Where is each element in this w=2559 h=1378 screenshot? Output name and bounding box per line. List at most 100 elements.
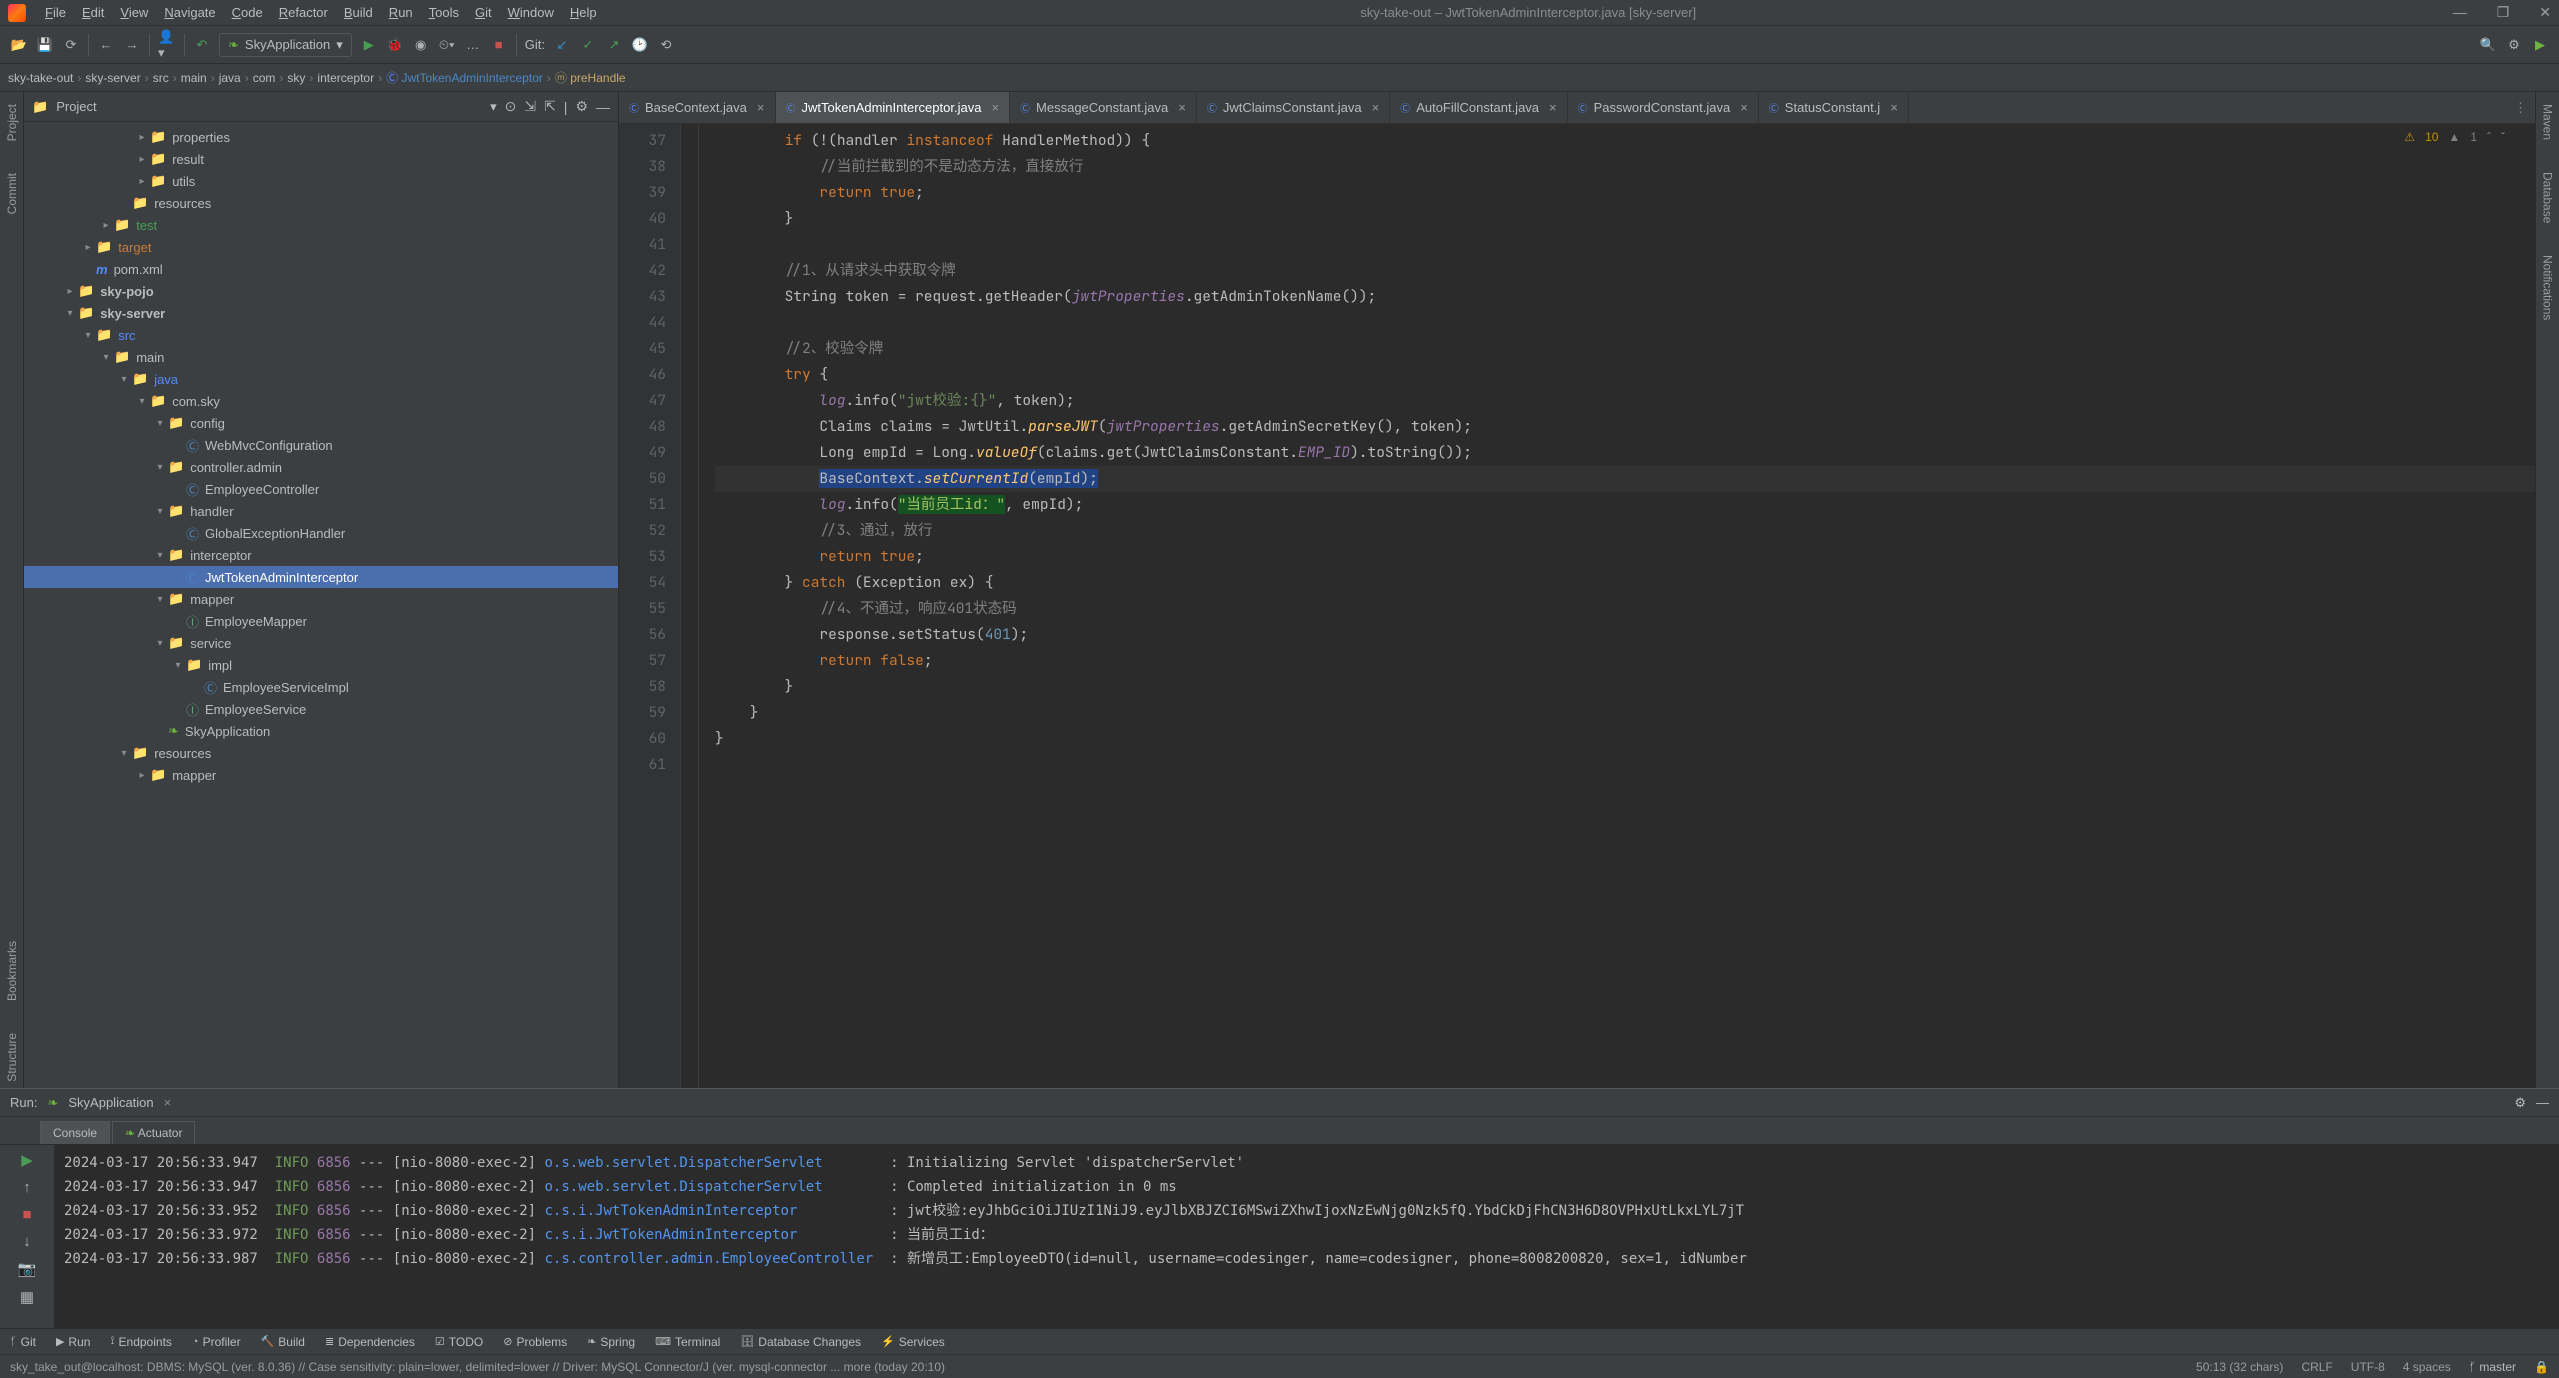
tree-item-mapper[interactable]: ▸📁mapper <box>24 764 618 786</box>
expand-icon[interactable]: ⇲ <box>524 98 536 115</box>
indent-setting[interactable]: 4 spaces <box>2403 1360 2451 1374</box>
file-encoding[interactable]: UTF-8 <box>2351 1360 2385 1374</box>
tree-item-handler[interactable]: ▾📁handler <box>24 500 618 522</box>
gear-icon[interactable]: ⚙ <box>2514 1095 2526 1111</box>
lock-icon[interactable]: 🔒 <box>2534 1360 2549 1374</box>
toolwindow-endpoints[interactable]: ⟟ Endpoints <box>110 1335 171 1349</box>
breadcrumb-JwtTokenAdminInterceptor[interactable]: Ⓒ JwtTokenAdminInterceptor <box>386 69 543 86</box>
breadcrumb-main[interactable]: main <box>181 71 207 85</box>
menu-refactor[interactable]: Refactor <box>272 3 335 22</box>
run-tab-actuator[interactable]: ❧ Actuator <box>112 1121 195 1144</box>
tree-item-EmployeeServiceImpl[interactable]: ⒸEmployeeServiceImpl <box>24 676 618 698</box>
tab-MessageConstant.java[interactable]: ⒸMessageConstant.java× <box>1010 92 1197 123</box>
toolwindow-database-changes[interactable]: 🗄 Database Changes <box>740 1335 861 1349</box>
user-icon[interactable]: 👤▾ <box>158 36 176 54</box>
settings-icon[interactable]: ⚙ <box>575 98 588 115</box>
breadcrumb-src[interactable]: src <box>153 71 169 85</box>
menu-edit[interactable]: Edit <box>75 3 111 22</box>
toolwindow-terminal[interactable]: ⌨ Terminal <box>655 1335 720 1349</box>
menu-code[interactable]: Code <box>225 3 270 22</box>
run-icon[interactable]: ▶ <box>360 36 378 54</box>
toolwindow-spring[interactable]: ❧ Spring <box>587 1335 635 1349</box>
camera-icon[interactable]: 📷 <box>18 1260 37 1278</box>
inspection-widget[interactable]: ⚠10 ▲1 ˆ ˇ <box>2404 130 2505 144</box>
close-tab-icon[interactable]: × <box>757 100 765 115</box>
close-tab-icon[interactable]: × <box>1178 100 1186 115</box>
tab-StatusConstant.j[interactable]: ⒸStatusConstant.j× <box>1759 92 1909 123</box>
project-toolwindow-tab[interactable]: Project <box>3 98 21 147</box>
tree-item-sky-pojo[interactable]: ▸📁sky-pojo <box>24 280 618 302</box>
tree-item-test[interactable]: ▸📁test <box>24 214 618 236</box>
breadcrumb-sky-server[interactable]: sky-server <box>85 71 140 85</box>
undo-arrow-icon[interactable]: ↶ <box>193 36 211 54</box>
tree-item-properties[interactable]: ▸📁properties <box>24 126 618 148</box>
menu-run[interactable]: Run <box>382 3 420 22</box>
menu-build[interactable]: Build <box>337 3 380 22</box>
tree-item-EmployeeMapper[interactable]: ⒾEmployeeMapper <box>24 610 618 632</box>
tab-BaseContext.java[interactable]: ⒸBaseContext.java× <box>619 92 776 123</box>
save-icon[interactable]: 💾 <box>36 36 54 54</box>
rerun-icon[interactable]: ▶ <box>21 1151 33 1169</box>
chevron-down-icon[interactable]: ˇ <box>2501 130 2505 144</box>
more-tabs-icon[interactable]: ⋮ <box>2514 100 2527 116</box>
toolbox-icon[interactable]: ▶ <box>2531 36 2549 54</box>
commit-toolwindow-tab[interactable]: Commit <box>3 167 21 220</box>
tree-item-service[interactable]: ▾📁service <box>24 632 618 654</box>
database-toolwindow-tab[interactable]: Database <box>2539 166 2557 229</box>
tree-item-JwtTokenAdminInterceptor[interactable]: ⒸJwtTokenAdminInterceptor <box>24 566 618 588</box>
menu-git[interactable]: Git <box>468 3 499 22</box>
bookmarks-toolwindow-tab[interactable]: Bookmarks <box>3 935 21 1007</box>
tree-item-mapper[interactable]: ▾📁mapper <box>24 588 618 610</box>
toolwindow-profiler[interactable]: ◔ Profiler <box>192 1335 241 1349</box>
console-output[interactable]: 2024-03-17 20:56:33.947 INFO 6856 --- [n… <box>54 1145 2559 1328</box>
line-separator[interactable]: CRLF <box>2301 1360 2332 1374</box>
tree-item-com.sky[interactable]: ▾📁com.sky <box>24 390 618 412</box>
git-branch[interactable]: ᚶ master <box>2469 1360 2516 1374</box>
git-rollback-icon[interactable]: ⟲ <box>657 36 675 54</box>
forward-icon[interactable]: → <box>123 36 141 54</box>
search-icon[interactable]: 🔍 <box>2479 36 2497 54</box>
toolwindow-services[interactable]: ⚡ Services <box>881 1335 945 1349</box>
up-icon[interactable]: ↑ <box>23 1179 31 1196</box>
close-tab-icon[interactable]: × <box>1549 100 1557 115</box>
breadcrumb-sky-take-out[interactable]: sky-take-out <box>8 71 73 85</box>
tree-item-EmployeeService[interactable]: ⒾEmployeeService <box>24 698 618 720</box>
tree-item-utils[interactable]: ▸📁utils <box>24 170 618 192</box>
dropdown-icon[interactable]: ▾ <box>490 99 497 115</box>
breadcrumb-com[interactable]: com <box>253 71 276 85</box>
coverage-icon[interactable]: ◉ <box>412 36 430 54</box>
code-text[interactable]: if (!(handler instanceof HandlerMethod))… <box>699 124 2535 1088</box>
close-icon[interactable]: ✕ <box>2539 4 2551 21</box>
tree-item-resources[interactable]: ▾📁resources <box>24 742 618 764</box>
notifications-toolwindow-tab[interactable]: Notifications <box>2539 249 2557 326</box>
git-commit-icon[interactable]: ✓ <box>579 36 597 54</box>
close-tab-icon[interactable]: × <box>1372 100 1380 115</box>
tree-item-GlobalExceptionHandler[interactable]: ⒸGlobalExceptionHandler <box>24 522 618 544</box>
breadcrumb-sky[interactable]: sky <box>287 71 305 85</box>
tree-item-main[interactable]: ▾📁main <box>24 346 618 368</box>
hide-icon[interactable]: — <box>596 99 610 115</box>
tree-item-impl[interactable]: ▾📁impl <box>24 654 618 676</box>
select-opened-icon[interactable]: ⊙ <box>505 98 517 115</box>
toolwindow-build[interactable]: 🔨 Build <box>261 1335 305 1349</box>
menu-tools[interactable]: Tools <box>422 3 466 22</box>
tree-item-resources[interactable]: 📁resources <box>24 192 618 214</box>
close-run-tab-icon[interactable]: × <box>164 1095 172 1110</box>
tab-AutoFillConstant.java[interactable]: ⒸAutoFillConstant.java× <box>1390 92 1567 123</box>
close-tab-icon[interactable]: × <box>1890 100 1898 115</box>
tree-item-result[interactable]: ▸📁result <box>24 148 618 170</box>
run-tab-console[interactable]: Console <box>40 1121 110 1144</box>
git-history-icon[interactable]: 🕑 <box>631 36 649 54</box>
toolwindow-dependencies[interactable]: ≣ Dependencies <box>325 1335 415 1349</box>
profile-icon[interactable]: ⏲▾ <box>438 36 456 54</box>
breadcrumb-preHandle[interactable]: ⓜ preHandle <box>555 69 626 86</box>
git-pull-icon[interactable]: ↙ <box>553 36 571 54</box>
collapse-icon[interactable]: ⇱ <box>544 98 556 115</box>
tree-item-interceptor[interactable]: ▾📁interceptor <box>24 544 618 566</box>
tab-JwtClaimsConstant.java[interactable]: ⒸJwtClaimsConstant.java× <box>1197 92 1390 123</box>
chevron-up-icon[interactable]: ˆ <box>2487 130 2491 144</box>
menu-help[interactable]: Help <box>563 3 604 22</box>
hide-icon[interactable]: — <box>2536 1095 2549 1110</box>
tree-item-sky-server[interactable]: ▾📁sky-server <box>24 302 618 324</box>
stop-icon[interactable]: ■ <box>490 36 508 54</box>
